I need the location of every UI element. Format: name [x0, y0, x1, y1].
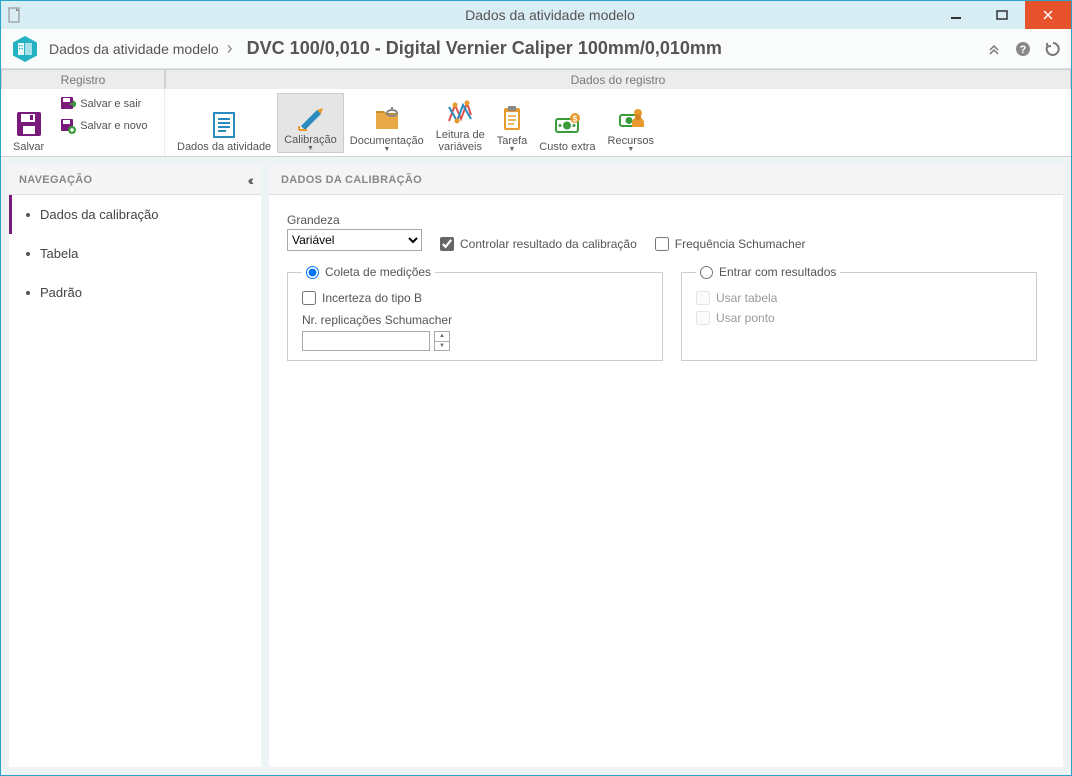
spin-down-icon[interactable]: ▼: [435, 342, 449, 351]
frequencia-schumacher-checkbox[interactable]: Frequência Schumacher: [655, 237, 806, 251]
incerteza-b-checkbox[interactable]: Incerteza do tipo B: [302, 291, 648, 305]
frequencia-schumacher-label: Frequência Schumacher: [675, 237, 806, 251]
tarefa-label: Tarefa: [497, 133, 528, 147]
nr-replicacoes-input[interactable]: [302, 331, 430, 351]
leitura-variaveis-button[interactable]: Leitura devariáveis: [430, 93, 491, 153]
nav-item-tabela[interactable]: Tabela: [9, 234, 261, 273]
usar-ponto-checkbox: Usar ponto: [696, 311, 1022, 325]
nav-item-label: Padrão: [40, 285, 82, 300]
coleta-medicoes-label: Coleta de medições: [325, 265, 431, 279]
calibracao-label: Calibração: [284, 132, 337, 146]
controlar-resultado-input[interactable]: [440, 237, 454, 251]
entrar-resultados-fieldset: Entrar com resultados Usar tabela Usar p…: [681, 265, 1037, 361]
collapse-up-icon[interactable]: [987, 41, 1001, 57]
controlar-resultado-label: Controlar resultado da calibração: [460, 237, 637, 251]
save-new-button[interactable]: Salvar e novo: [56, 115, 151, 137]
bullet-icon: [26, 291, 30, 295]
svg-text:$: $: [573, 115, 578, 124]
breadcrumb-root[interactable]: Dados da atividade modelo: [49, 41, 219, 57]
save-new-label: Salvar e novo: [80, 120, 147, 132]
minimize-button[interactable]: [933, 1, 979, 29]
usar-tabela-checkbox: Usar tabela: [696, 291, 1022, 305]
ribbon-tab-dados-registro: Dados do registro: [165, 69, 1071, 89]
nav-item-padrao[interactable]: Padrão: [9, 273, 261, 312]
nav-item-label: Tabela: [40, 246, 78, 261]
svg-text:?: ?: [1020, 44, 1027, 56]
navigation-header-label: NAVEGAÇÃO: [19, 174, 92, 186]
bullet-icon: [26, 213, 30, 217]
nr-replicacoes-spinner[interactable]: ▲ ▼: [434, 331, 450, 351]
usar-ponto-label: Usar ponto: [716, 311, 775, 325]
save-button[interactable]: Salvar: [7, 93, 50, 153]
tarefa-button[interactable]: Tarefa ▼: [491, 93, 534, 153]
dropdown-icon: ▼: [307, 146, 314, 152]
ribbon-tab-registro: Registro: [1, 69, 165, 89]
close-button[interactable]: [1025, 1, 1071, 29]
grandeza-select[interactable]: Variável: [287, 229, 422, 251]
recursos-button[interactable]: Recursos ▼: [602, 93, 660, 153]
dropdown-icon: ▼: [509, 147, 516, 153]
document-icon: [1, 7, 29, 23]
spin-up-icon[interactable]: ▲: [435, 332, 449, 342]
help-icon[interactable]: ?: [1015, 41, 1031, 57]
breadcrumb-separator-icon: ›: [227, 38, 233, 59]
title-bar: Dados da atividade modelo: [1, 1, 1071, 29]
calibracao-button[interactable]: Calibração ▼: [277, 93, 344, 153]
frequencia-schumacher-input[interactable]: [655, 237, 669, 251]
navigation-header: NAVEGAÇÃO ‹‹: [9, 165, 261, 195]
calibration-form: Grandeza Variável Controlar resultado da…: [269, 195, 1063, 379]
bullet-icon: [26, 252, 30, 256]
coleta-medicoes-legend[interactable]: Coleta de medições: [302, 265, 435, 279]
save-label: Salvar: [13, 139, 44, 153]
navigation-panel: NAVEGAÇÃO ‹‹ Dados da calibração Tabela …: [9, 165, 261, 767]
save-exit-label: Salvar e sair: [80, 98, 141, 110]
usar-ponto-input: [696, 311, 710, 325]
usar-tabela-input: [696, 291, 710, 305]
ribbon: Salvar Salvar e sair Salvar e novo Dados…: [1, 89, 1071, 157]
window-title: Dados da atividade modelo: [29, 7, 1071, 23]
coleta-medicoes-radio[interactable]: [306, 266, 319, 279]
documentacao-label: Documentação: [350, 133, 424, 147]
dropdown-icon: ▼: [383, 147, 390, 153]
controlar-resultado-checkbox[interactable]: Controlar resultado da calibração: [440, 237, 637, 251]
breadcrumb-title: DVC 100/0,010 - Digital Vernier Caliper …: [247, 38, 722, 59]
leitura-variaveis-label: Leitura devariáveis: [436, 127, 485, 153]
entrar-resultados-legend[interactable]: Entrar com resultados: [696, 265, 840, 279]
content-panel: DADOS DA CALIBRAÇÃO Grandeza Variável Co…: [269, 165, 1063, 767]
usar-tabela-label: Usar tabela: [716, 291, 777, 305]
recursos-label: Recursos: [608, 133, 654, 147]
documentacao-button[interactable]: Documentação ▼: [344, 93, 430, 153]
save-exit-button[interactable]: Salvar e sair: [56, 93, 151, 115]
ribbon-tab-strip: Registro Dados do registro: [1, 69, 1071, 89]
custo-extra-button[interactable]: $ Custo extra: [533, 93, 601, 153]
collapse-nav-icon[interactable]: ‹‹: [248, 172, 251, 188]
incerteza-b-label: Incerteza do tipo B: [322, 291, 422, 305]
dados-atividade-button[interactable]: Dados da atividade: [171, 93, 277, 153]
app-logo-icon: [11, 35, 39, 63]
breadcrumb-bar: Dados da atividade modelo › DVC 100/0,01…: [1, 29, 1071, 69]
coleta-medicoes-fieldset: Coleta de medições Incerteza do tipo B N…: [287, 265, 663, 361]
main-body: NAVEGAÇÃO ‹‹ Dados da calibração Tabela …: [1, 157, 1071, 775]
refresh-icon[interactable]: [1045, 41, 1061, 57]
content-header: DADOS DA CALIBRAÇÃO: [269, 165, 1063, 195]
dados-atividade-label: Dados da atividade: [177, 139, 271, 153]
incerteza-b-input[interactable]: [302, 291, 316, 305]
nav-item-label: Dados da calibração: [40, 207, 159, 222]
entrar-resultados-radio[interactable]: [700, 266, 713, 279]
dropdown-icon: ▼: [627, 147, 634, 153]
nav-item-dados-calibracao[interactable]: Dados da calibração: [9, 195, 261, 234]
nr-replicacoes-label: Nr. replicações Schumacher: [302, 313, 648, 327]
maximize-button[interactable]: [979, 1, 1025, 29]
custo-extra-label: Custo extra: [539, 139, 595, 153]
entrar-resultados-label: Entrar com resultados: [719, 265, 836, 279]
grandeza-label: Grandeza: [287, 213, 422, 227]
